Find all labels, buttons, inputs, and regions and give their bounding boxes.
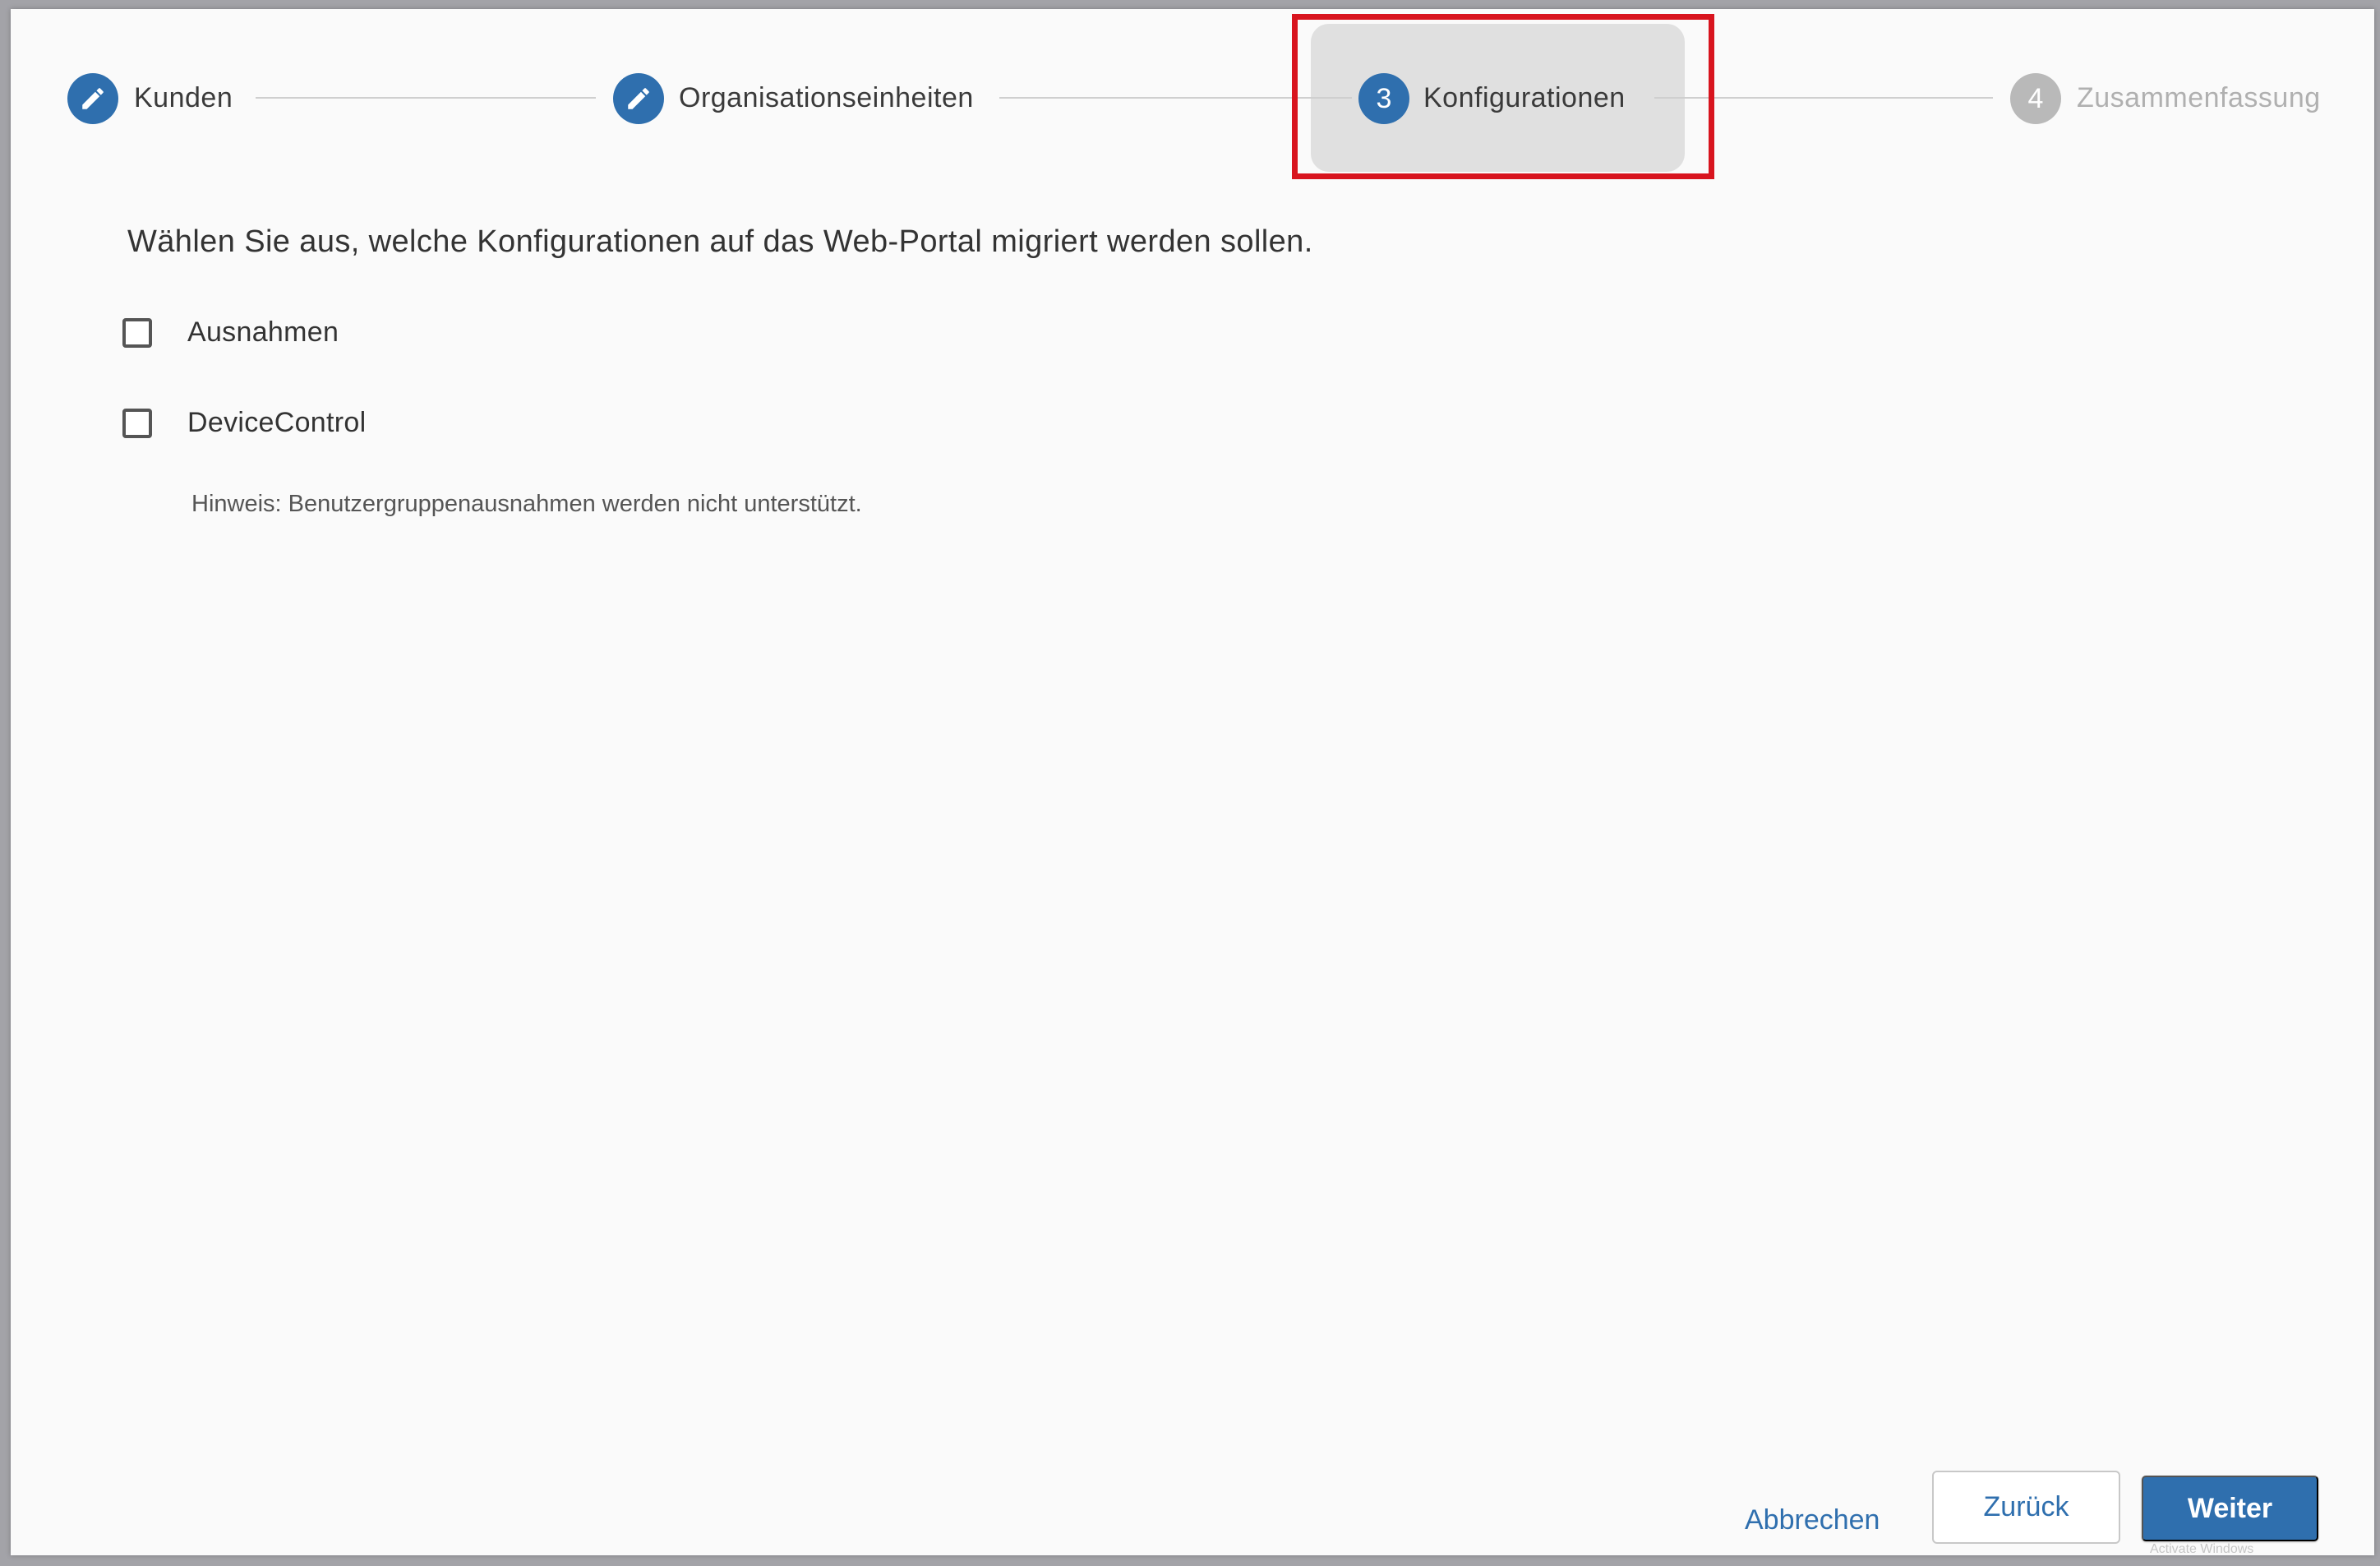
step-connector xyxy=(256,97,596,99)
devicecontrol-checkbox[interactable] xyxy=(122,408,152,438)
hint-text: Hinweis: Benutzergruppenausnahmen werden… xyxy=(191,491,862,517)
option-label: DeviceControl xyxy=(187,407,367,438)
back-button[interactable]: Zurück xyxy=(1932,1471,2120,1544)
pencil-icon xyxy=(613,73,664,124)
cancel-button[interactable]: Abbrechen xyxy=(1745,1481,1880,1559)
step-number-badge: 4 xyxy=(2010,73,2061,124)
ausnahmen-checkbox[interactable] xyxy=(122,317,152,348)
step-label: Organisationseinheiten xyxy=(679,82,974,113)
pencil-icon xyxy=(67,73,118,124)
option-label: Ausnahmen xyxy=(187,316,339,348)
next-button[interactable]: Weiter xyxy=(2142,1476,2318,1541)
option-ausnahmen[interactable]: Ausnahmen xyxy=(122,316,339,349)
migration-wizard-dialog: Kunden Organisationseinheiten 3 Konfigur… xyxy=(11,9,2374,1556)
activation-watermark: Activate Windows xyxy=(2150,1542,2254,1556)
step-label: Zusammenfassung xyxy=(2077,82,2321,113)
step-label: Kunden xyxy=(134,82,233,113)
highlight-annotation xyxy=(1292,14,1714,179)
option-devicecontrol[interactable]: DeviceControl xyxy=(122,407,366,439)
instruction-text: Wählen Sie aus, welche Konfigurationen a… xyxy=(127,224,1313,259)
